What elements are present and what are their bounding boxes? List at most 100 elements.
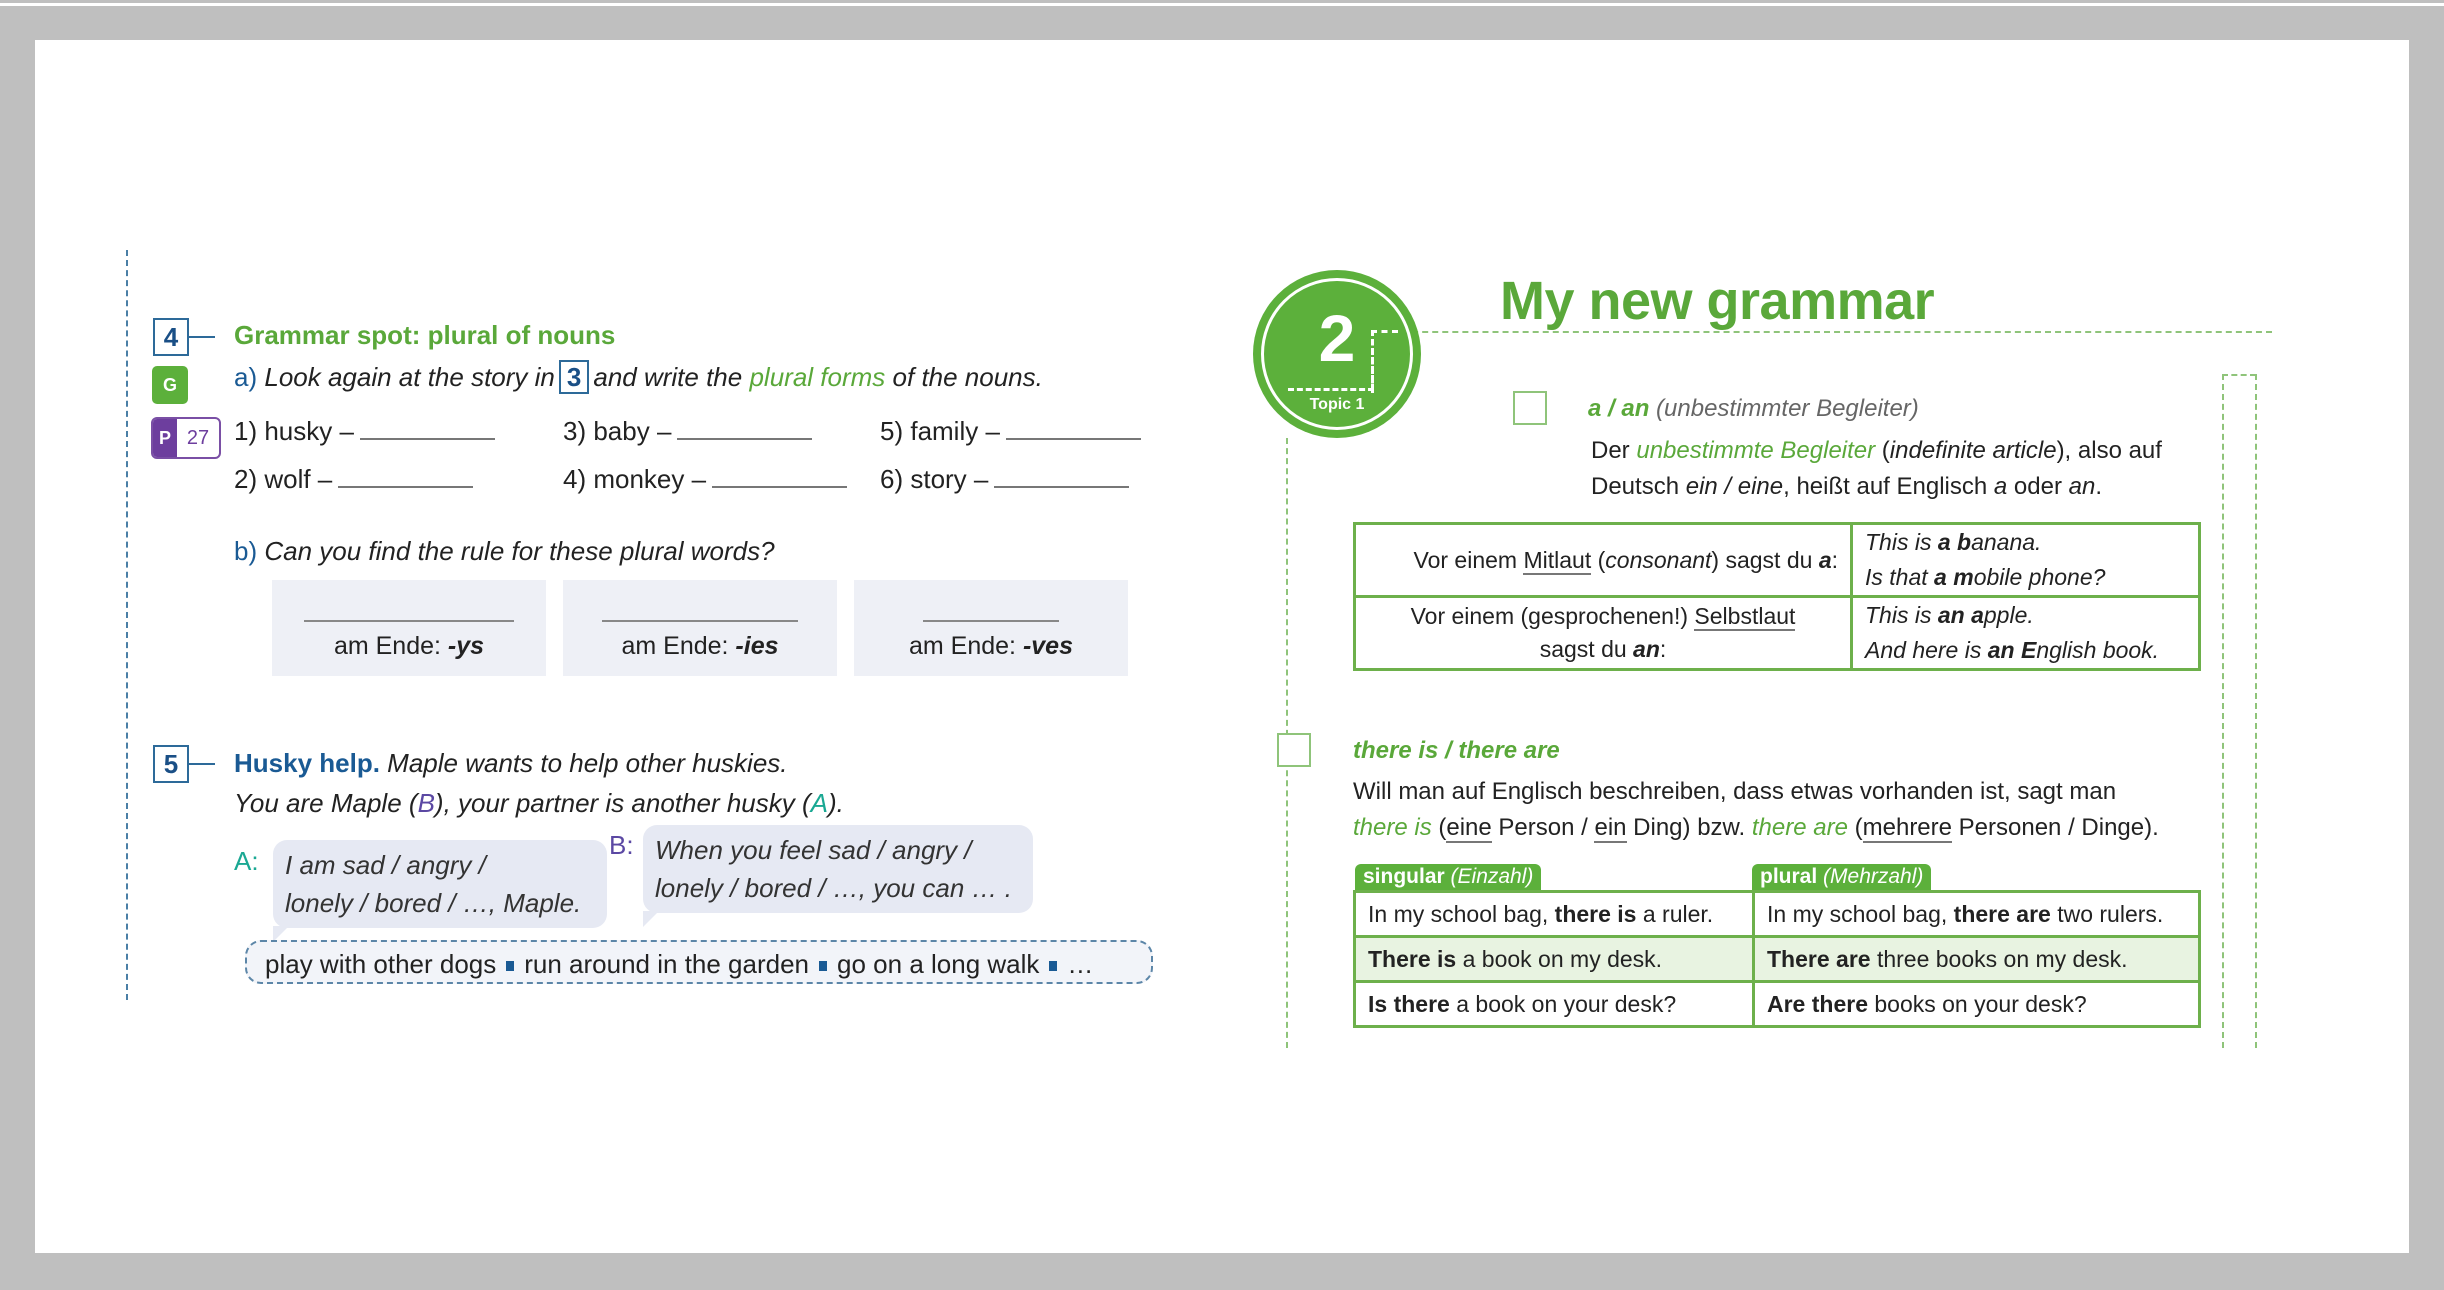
- text: two rulers.: [2050, 900, 2164, 927]
- checkbox-there-is[interactable]: [1277, 733, 1311, 767]
- noun-item: 5) family –: [880, 416, 1141, 447]
- exercise-connector: [189, 336, 215, 338]
- text: Is that: [1865, 564, 1935, 590]
- practice-page-badge[interactable]: P 27: [151, 417, 221, 459]
- answer-blank[interactable]: [712, 466, 848, 488]
- rule-label: am Ende: -ys: [272, 632, 546, 661]
- bullet-icon: [506, 961, 515, 972]
- text: This is: [1865, 602, 1938, 628]
- text: ein / eine: [1685, 473, 1784, 500]
- answer-blank[interactable]: [923, 620, 1059, 622]
- rule-cell: Vor einem (gesprochenen!) Selbstlaut sag…: [1353, 595, 1853, 671]
- section-title-green: a / an: [1588, 395, 1650, 422]
- text: , heißt auf Englisch: [1783, 473, 1994, 500]
- rule-prefix: am Ende:: [621, 632, 736, 660]
- noun-label: 6) story –: [880, 464, 989, 494]
- answer-blank[interactable]: [677, 418, 813, 440]
- part-b-label: b): [234, 536, 258, 566]
- rule-prefix: am Ende:: [333, 632, 448, 660]
- rule-line: sagst du an:: [1368, 633, 1838, 666]
- answer-blank[interactable]: [994, 466, 1130, 488]
- exercise-number-5: 5: [153, 745, 189, 783]
- answer-blank[interactable]: [602, 620, 798, 622]
- part-a-label: a): [234, 362, 258, 392]
- bubble-line: When you feel sad / angry /: [655, 835, 972, 865]
- example-line: Is that a mobile phone?: [1865, 560, 2186, 595]
- text: mehrere: [1862, 814, 1952, 843]
- text: a book on your desk?: [1449, 990, 1677, 1017]
- speech-bubble-a: I am sad / angry / lonely / bored / …, M…: [273, 840, 607, 942]
- checkbox-a-an[interactable]: [1513, 391, 1547, 425]
- bullet-icon: [1049, 961, 1058, 972]
- text: (Mehrzahl): [1823, 865, 1924, 888]
- text: an a: [1937, 602, 1984, 628]
- text: an: [2068, 473, 2096, 500]
- answer-blank[interactable]: [1005, 418, 1141, 440]
- page-title: My new grammar: [1500, 271, 1935, 331]
- text: indefinite article: [1889, 437, 2057, 464]
- text: Mitlaut: [1523, 546, 1592, 575]
- section-a-an-line-1: Der unbestimmte Begleiter (indefinite ar…: [1591, 433, 2162, 469]
- text: .: [2095, 473, 2103, 500]
- speaker-a-label: A:: [234, 846, 259, 876]
- margin-dashed-line: [126, 250, 128, 1000]
- text: (: [1431, 814, 1447, 841]
- text: ), also auf: [2056, 437, 2162, 464]
- text: ) sagst du: [1711, 546, 1819, 573]
- table-row: In my school bag, there is a ruler. In m…: [1353, 890, 2201, 938]
- text: sagst du: [1539, 636, 1634, 662]
- answer-blank[interactable]: [304, 620, 514, 622]
- text: a: [1818, 546, 1832, 573]
- exercise-5-roles: You are Maple (B), your partner is anoth…: [234, 788, 844, 819]
- text: And here is: [1865, 637, 1988, 663]
- instruction-text: and write the: [593, 362, 743, 392]
- text: There is: [1368, 945, 1457, 972]
- example-line: This is an apple.: [1865, 598, 2186, 633]
- text: In my school bag,: [1368, 900, 1555, 927]
- rule-line: Vor einem (gesprochenen!) Selbstlaut: [1368, 600, 1838, 633]
- exercise-number-4: 4: [153, 318, 189, 356]
- bubble-line: lonely / bored / …, you can … .: [655, 873, 1012, 903]
- story-reference-box[interactable]: 3: [558, 360, 590, 394]
- example-cell: This is an apple. And here is an English…: [1850, 595, 2201, 671]
- text: singular: [1363, 865, 1445, 888]
- section-a-an-title: a / an (unbestimmter Begleiter): [1588, 395, 1919, 423]
- plural-cell: There are three books on my desk.: [1752, 935, 2201, 983]
- role-b: B: [417, 788, 435, 818]
- exercise-4-title: Grammar spot: plural of nouns: [234, 320, 616, 350]
- noun-item: 6) story –: [880, 464, 1130, 495]
- instruction-text: You are Maple (: [234, 788, 418, 818]
- text: pple.: [1983, 602, 2034, 628]
- rule-cell: Vor einem Mitlaut (consonant) sagst du a…: [1353, 522, 1853, 598]
- section-there-is-line-2: there is (eine Person / ein Ding) bzw. t…: [1353, 810, 2159, 846]
- topic-number: 2: [1318, 301, 1356, 375]
- phrase-chip: play with other dogs: [265, 949, 497, 979]
- highlight: there is: [1353, 814, 1432, 841]
- bubble-line: I am sad / angry /: [285, 850, 486, 880]
- text: Are there: [1767, 990, 1868, 1017]
- noun-label: 5) family –: [880, 416, 1000, 446]
- text: oder: [2007, 473, 2069, 500]
- noun-item: 1) husky –: [234, 416, 495, 447]
- exercise-connector: [189, 763, 215, 765]
- text: Der: [1591, 437, 1637, 464]
- answer-blank[interactable]: [338, 466, 474, 488]
- noun-label: 4) monkey –: [563, 464, 707, 494]
- noun-item: 3) baby –: [563, 416, 813, 447]
- text: three books on my desk.: [1870, 945, 2128, 972]
- text: consonant: [1605, 546, 1712, 573]
- topic-badge-dash: [1288, 388, 1374, 391]
- plural-cell: In my school bag, there are two rulers.: [1752, 890, 2201, 938]
- answer-blank[interactable]: [359, 418, 495, 440]
- tab-plural: plural (Mehrzahl): [1752, 864, 1932, 890]
- instruction-highlight: plural forms: [749, 362, 886, 392]
- text: This is: [1865, 529, 1938, 555]
- frame-stripe: [0, 3, 2444, 6]
- text: a book on my desk.: [1456, 945, 1663, 972]
- phrase-box: play with other dogs run around in the ga…: [245, 940, 1153, 984]
- text: obile phone?: [1973, 564, 2106, 590]
- speech-bubble-b: When you feel sad / angry / lonely / bor…: [643, 825, 1033, 927]
- rule-prefix: am Ende:: [909, 632, 1023, 660]
- text: (: [1591, 546, 1606, 573]
- instruction-text: ).: [827, 788, 844, 818]
